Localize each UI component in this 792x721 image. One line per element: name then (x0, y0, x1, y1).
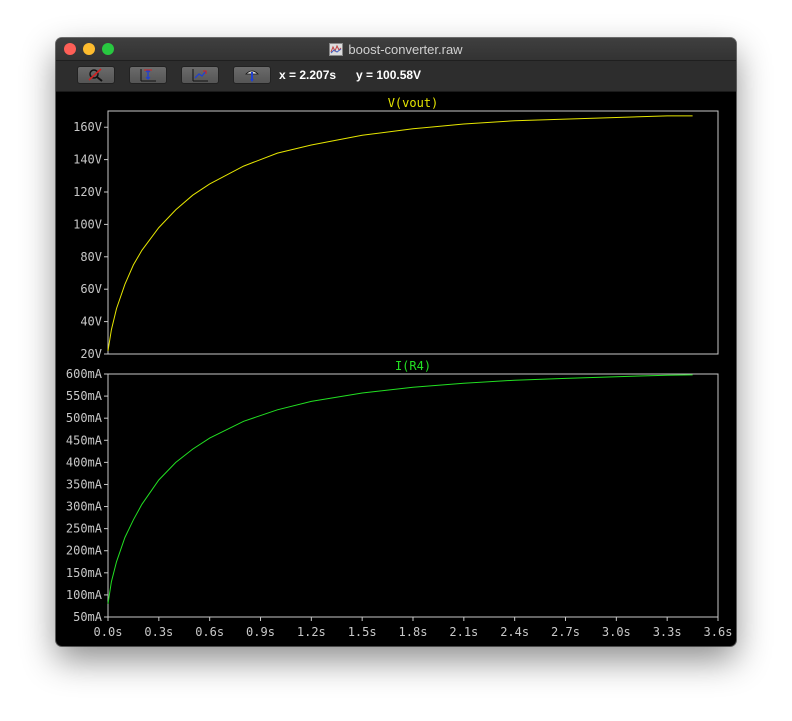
plot-window: boost-converter.raw x = 2.207s y = 100.5… (56, 38, 736, 646)
x-tick-label: 0.3s (144, 625, 173, 639)
x-tick-label: 2.7s (551, 625, 580, 639)
toolbar: x = 2.207s y = 100.58V (56, 61, 736, 92)
y-tick-label: 450mA (66, 433, 103, 447)
y-tick-label: 300mA (66, 500, 103, 514)
x-tick-label: 3.0s (602, 625, 631, 639)
autoscale-button[interactable] (129, 66, 167, 84)
panel-vout: V(vout) 20V 40V 60V 80V 100V 120V 140V 160V (73, 96, 719, 361)
trace-title-vout: V(vout) (388, 96, 439, 110)
x-tick-label: 1.2s (297, 625, 326, 639)
x-tick-label: 3.6s (704, 625, 733, 639)
x-tick-label: 0.9s (246, 625, 275, 639)
x-tick-label: 2.1s (449, 625, 478, 639)
y-tick-label: 40V (80, 315, 102, 329)
x-tick-label: 0.0s (94, 625, 123, 639)
y-tick-label: 140V (73, 153, 102, 167)
y-tick-label: 100V (73, 217, 102, 231)
x-tick-label: 0.6s (195, 625, 224, 639)
x-tick-label: 3.3s (653, 625, 682, 639)
y-tick-label: 100mA (66, 588, 103, 602)
y-tick-label: 550mA (66, 389, 103, 403)
y-tick-label: 500mA (66, 411, 103, 425)
zoom-fit-button[interactable] (181, 66, 219, 84)
probe-icon (245, 70, 259, 82)
x-readout: x = 2.207s (279, 68, 337, 82)
y-tick-label: 60V (80, 282, 102, 296)
title-bar[interactable]: boost-converter.raw (56, 38, 736, 61)
trace-title-ir4: I(R4) (395, 359, 431, 373)
probe-button[interactable] (233, 66, 271, 84)
series-line-ir4 (107, 374, 693, 604)
y-tick-label: 150mA (66, 566, 103, 580)
x-tick-label: 2.4s (500, 625, 529, 639)
y-tick-label: 160V (73, 120, 102, 134)
y-tick-label: 50mA (73, 610, 103, 624)
y-tick-label: 80V (80, 250, 102, 264)
series-line-vout (107, 115, 693, 351)
x-tick-label: 1.5s (348, 625, 377, 639)
panel-ir4: I(R4) 50mA 100mA 150mA 200mA 250mA 300mA 350mA 4… (66, 359, 733, 639)
y-tick-label: 20V (80, 347, 102, 361)
autoscale-icon (140, 69, 156, 82)
y-tick-label: 350mA (66, 477, 103, 491)
x-tick-label: 1.8s (399, 625, 428, 639)
zoom-fit-icon (192, 69, 208, 82)
waveform-file-icon (329, 42, 344, 56)
zoom-cancel-icon (88, 68, 103, 82)
plot-frame-vout (107, 110, 719, 355)
y-tick-label: 400mA (66, 455, 103, 469)
plot-area[interactable]: V(vout) 20V 40V 60V 80V 100V 120V 140V 160V I(R4)… (56, 92, 736, 646)
y-tick-label: 120V (73, 185, 102, 199)
y-tick-label: 200mA (66, 544, 103, 558)
plot-frame-ir4 (107, 373, 719, 618)
y-tick-label: 250mA (66, 522, 103, 536)
zoom-cancel-button[interactable] (77, 66, 115, 84)
y-readout: y = 100.58V (356, 68, 422, 82)
window-title: boost-converter.raw (348, 41, 463, 57)
y-tick-label: 600mA (66, 367, 103, 381)
